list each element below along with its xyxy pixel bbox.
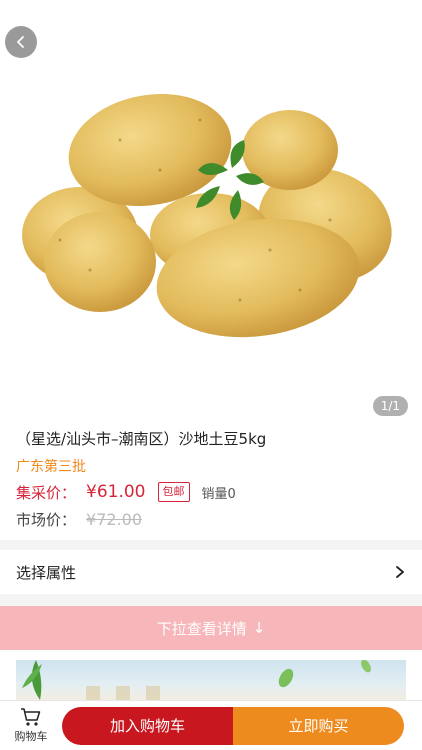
group-price-label: 集采价： xyxy=(16,483,77,502)
product-image-gallery[interactable]: 1/1 xyxy=(0,0,422,422)
product-origin: 广东第三批 xyxy=(16,459,86,475)
cart-button[interactable]: 购物车 xyxy=(0,701,62,750)
buy-now-button[interactable]: 立即购买 xyxy=(233,706,404,745)
select-attributes-label: 选择属性 xyxy=(16,563,77,582)
divider xyxy=(0,594,422,606)
purchase-buttons: 加入购物车 立即购买 xyxy=(62,706,404,745)
product-title: （星选/汕头市–潮南区）沙地土豆5kg xyxy=(16,430,267,448)
group-price: ¥61.00 xyxy=(86,482,146,502)
market-price: ¥72.00 xyxy=(86,509,142,529)
back-button[interactable] xyxy=(5,26,37,58)
cart-label: 购物车 xyxy=(14,730,48,743)
product-detail-page: 1/1 （星选/汕头市–潮南区）沙地土豆5kg 广东第三批 集采价： ¥61.0… xyxy=(0,0,422,750)
bottom-action-bar: 购物车 加入购物车 立即购买 xyxy=(0,700,422,750)
add-to-cart-button[interactable]: 加入购物车 xyxy=(62,706,233,745)
price-row: 集采价： ¥61.00 包邮 销量0 xyxy=(16,481,236,503)
market-price-label: 市场价： xyxy=(16,510,77,529)
image-counter: 1/1 xyxy=(372,396,408,416)
sales-count: 销量0 xyxy=(201,486,236,502)
market-price-row: 市场价： ¥72.00 xyxy=(16,508,142,530)
cart-icon xyxy=(21,708,41,726)
potato-product-image xyxy=(22,93,392,338)
detail-banner-image xyxy=(16,660,406,700)
free-shipping-badge: 包邮 xyxy=(157,482,190,502)
back-icon xyxy=(17,36,24,48)
leaf-decoration xyxy=(22,660,371,700)
pull-hint-text: 下拉查看详情 xyxy=(156,619,247,638)
down-arrow-icon: ↓ xyxy=(252,619,266,637)
divider xyxy=(0,540,422,550)
select-attributes-row[interactable]: 选择属性 xyxy=(0,550,422,594)
chevron-right-icon xyxy=(396,566,404,578)
spacer xyxy=(0,650,422,660)
pull-to-view-details[interactable]: 下拉查看详情 ↓ xyxy=(0,606,422,650)
